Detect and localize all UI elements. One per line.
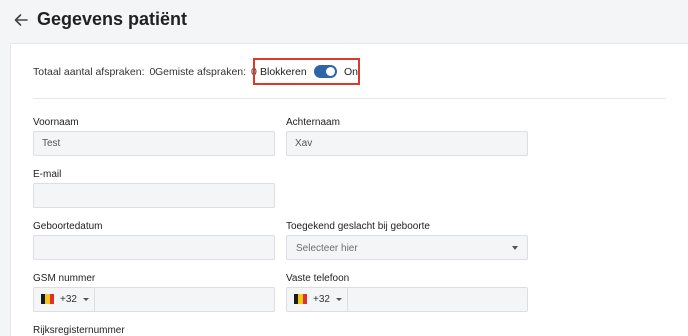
mobile-field: +32	[33, 287, 336, 312]
birthdate-input[interactable]	[34, 236, 274, 259]
mobile-country-code: +32	[60, 294, 77, 305]
last-name-label: Achternaam	[286, 117, 340, 128]
last-name-field[interactable]	[286, 131, 528, 156]
first-name-label: Voornaam	[33, 117, 79, 128]
mobile-label: GSM nummer	[33, 273, 96, 284]
total-appointments: Totaal aantal afspraken: 0	[33, 66, 155, 78]
page-header: Gegevens patiënt	[0, 0, 688, 44]
missed-appointments: Gemiste afspraken: 0	[155, 66, 257, 78]
chevron-down-icon	[512, 246, 518, 250]
landline-country-select[interactable]: +32	[287, 288, 348, 311]
block-toggle-group: Blokkeren On	[253, 58, 360, 85]
gender-select[interactable]: Selecteer hier	[286, 235, 528, 260]
birthdate-field[interactable]	[33, 235, 275, 260]
last-name-input[interactable]	[287, 132, 527, 155]
first-name-input[interactable]	[34, 132, 274, 155]
landline-label: Vaste telefoon	[286, 273, 350, 284]
landline-input[interactable]	[349, 288, 589, 311]
gender-label: Toegekend geslacht bij geboorte	[286, 221, 430, 232]
arrow-left-icon[interactable]	[12, 11, 30, 29]
block-state-text: On	[344, 66, 359, 78]
total-appointments-label: Totaal aantal afspraken:	[33, 66, 145, 78]
chevron-down-icon	[336, 298, 342, 301]
email-field[interactable]	[33, 183, 275, 208]
landline-country-code: +32	[313, 294, 330, 305]
belgium-flag-icon	[41, 294, 54, 304]
landline-field: +32	[286, 287, 589, 312]
block-label: Blokkeren	[260, 66, 307, 78]
chevron-down-icon	[83, 298, 89, 301]
toggle-knob	[326, 67, 335, 76]
missed-appointments-label: Gemiste afspraken:	[155, 66, 247, 78]
gender-select-placeholder: Selecteer hier	[296, 243, 358, 254]
page-title: Gegevens patiënt	[37, 9, 188, 29]
divider	[33, 98, 666, 99]
first-name-field[interactable]	[33, 131, 275, 156]
belgium-flag-icon	[294, 294, 307, 304]
email-input[interactable]	[34, 184, 274, 207]
block-toggle[interactable]	[314, 65, 337, 78]
national-id-label: Rijksregisternummer	[33, 325, 125, 336]
birthdate-label: Geboortedatum	[33, 221, 103, 232]
mobile-country-select[interactable]: +32	[34, 288, 95, 311]
patient-details-card: Totaal aantal afspraken: 0 Gemiste afspra…	[10, 43, 688, 336]
email-label: E-mail	[33, 169, 62, 180]
